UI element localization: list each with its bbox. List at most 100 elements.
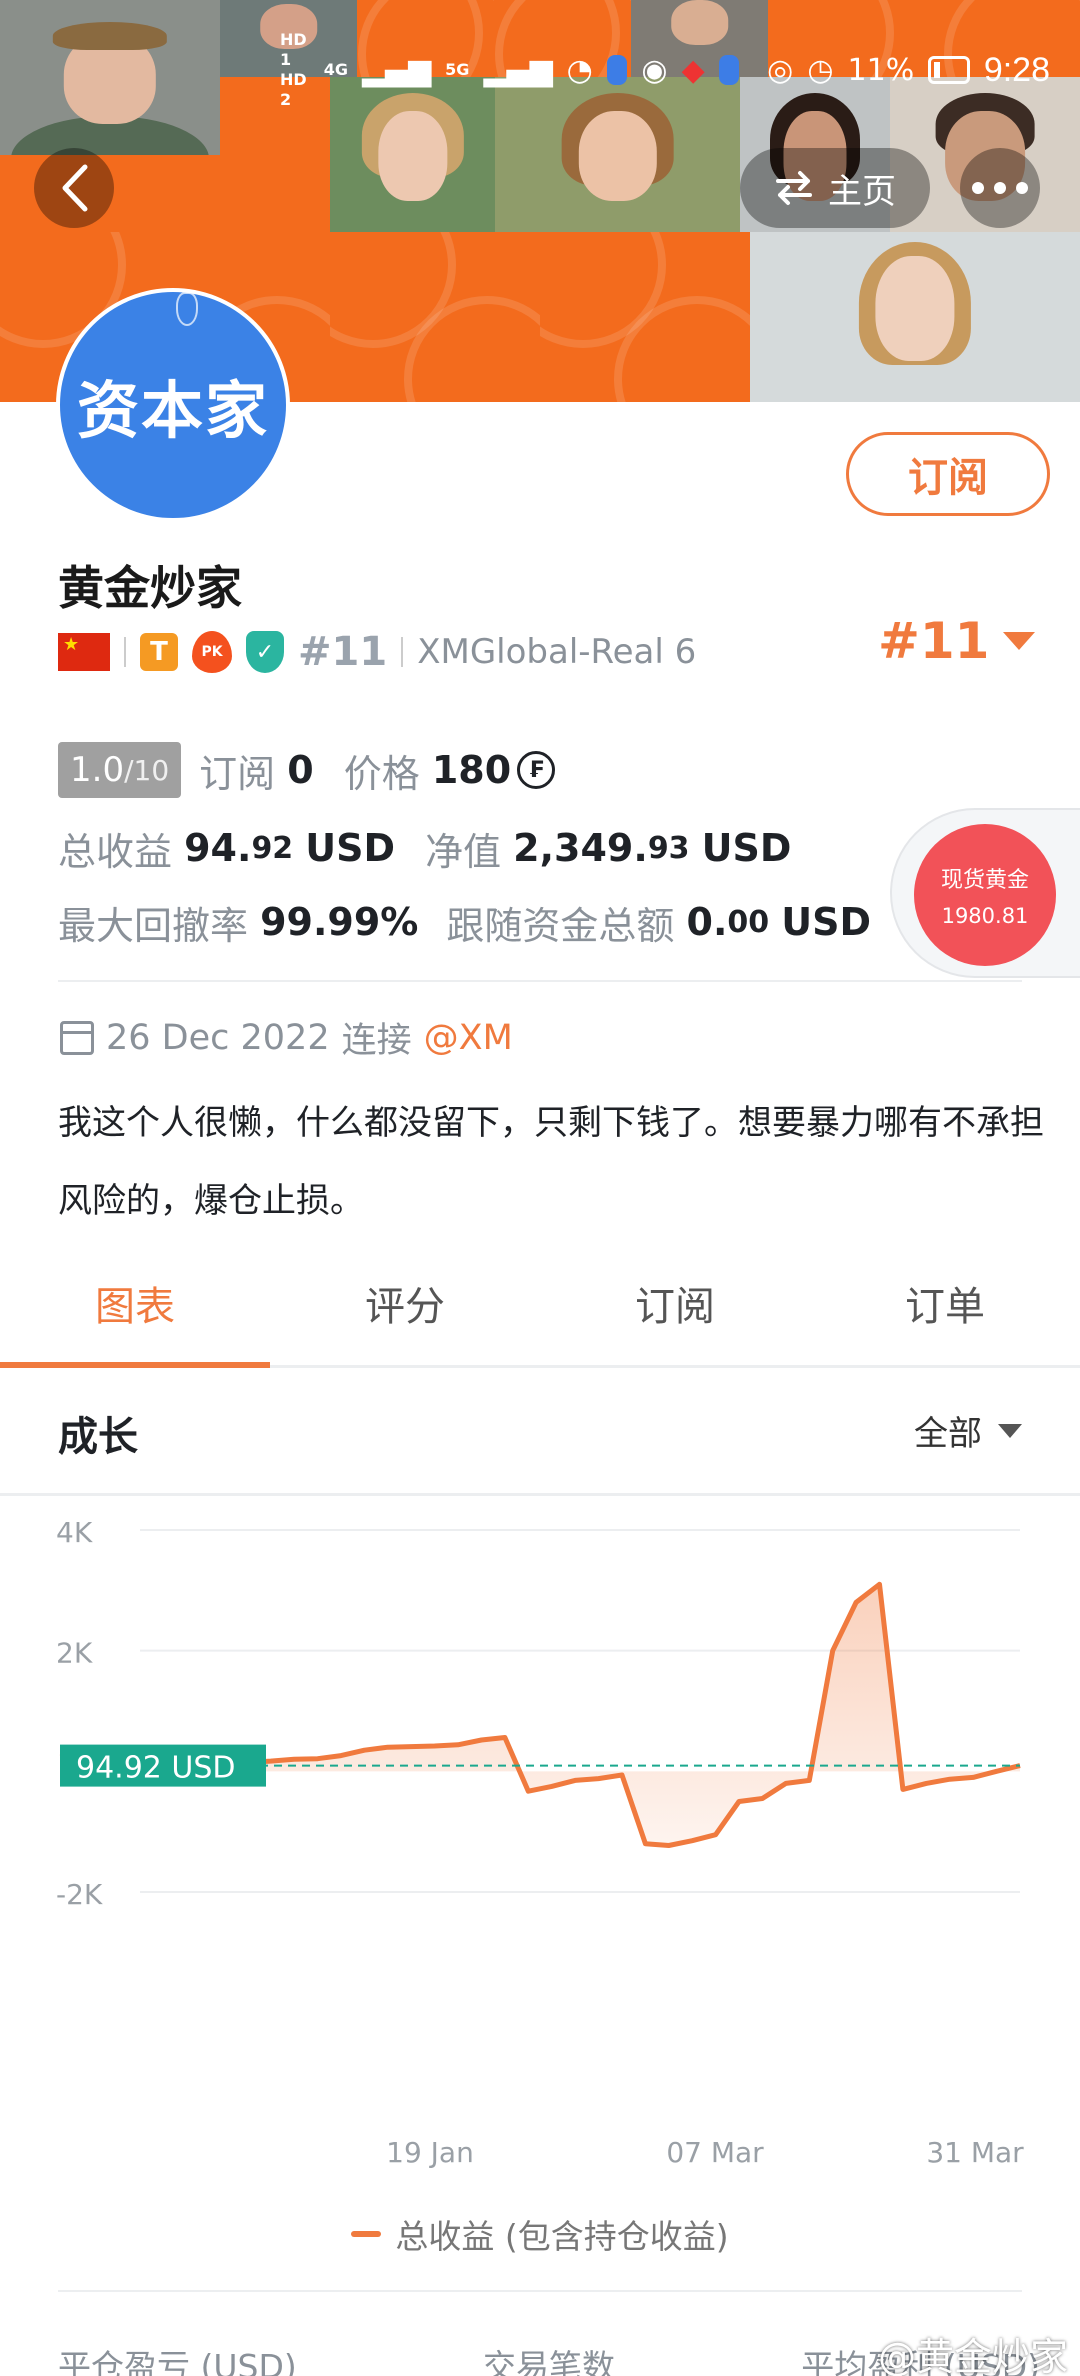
divider — [124, 637, 126, 667]
eye-icon: ◎ — [767, 52, 794, 88]
app-notification-icon: ◆ — [681, 52, 705, 88]
divider — [401, 637, 404, 667]
sim-indicators: HD 1 HD 2 — [280, 30, 310, 110]
avatar[interactable]: 资本家 — [56, 288, 290, 522]
follow-funds-label: 跟随资金总额 — [446, 903, 675, 948]
y-tick-label: 4K — [56, 1516, 93, 1549]
stats-row-drawdown: 最大回撤率 99.99% 跟随资金总额 0. 00 USD — [58, 894, 871, 950]
calendar-icon — [60, 1020, 94, 1055]
profile-badges: T PK ✓ #11 XMGlobal-Real 6 — [58, 626, 696, 678]
coin-icon: ₣ — [517, 751, 556, 789]
trader-badge-icon[interactable]: T — [140, 633, 178, 671]
rank-badge: #11 — [298, 629, 388, 675]
app-notification-icon — [606, 55, 628, 85]
follow-funds-value: 0. — [686, 900, 728, 944]
equity-value: 2,349. — [513, 826, 648, 870]
total-profit-value: 94. — [184, 826, 252, 870]
avatar-text: 资本家 — [76, 374, 269, 447]
growth-chart[interactable]: 4K 2K -2K 94.92 USD 19 Jan 07 Mar 31 Mar — [0, 1500, 1080, 2180]
signal-icon: ▂▄▆ — [483, 52, 553, 88]
gold-price-widget[interactable]: 现货黄金 1980.81 — [890, 808, 1080, 978]
broker-link[interactable]: @XM — [424, 1018, 513, 1058]
banner-photo — [0, 0, 220, 155]
subscribe-button[interactable]: 订阅 — [846, 432, 1050, 516]
y-tick-label: -2K — [56, 1878, 103, 1911]
range-selector[interactable]: 全部 — [914, 1406, 1022, 1455]
equity-decimals: 93 — [647, 830, 690, 866]
pin-icon — [176, 292, 198, 326]
rank-dropdown[interactable]: #11 — [878, 612, 1036, 670]
network-5g-icon: 5G — [445, 60, 470, 79]
hd1-indicator: HD 1 — [280, 30, 307, 69]
x-tick-label: 31 Mar — [926, 2136, 1024, 2169]
wechat-icon: ◉ — [641, 52, 668, 88]
total-profit-unit: USD — [305, 826, 396, 870]
banner-pattern — [540, 232, 750, 402]
server-name: XMGlobal-Real 6 — [417, 632, 697, 672]
price-value: 180 — [431, 748, 512, 792]
max-drawdown-label: 最大回撤率 — [58, 903, 249, 948]
x-tick-label: 19 Jan — [386, 2136, 474, 2169]
section-title: 成长 — [58, 1414, 138, 1460]
more-button[interactable] — [960, 148, 1040, 228]
divider — [58, 2290, 1022, 2292]
profile-tabs: 图表 评分 订阅 订单 — [0, 1240, 1080, 1368]
wifi-icon: ◔ — [566, 52, 593, 88]
caret-down-icon — [1003, 632, 1036, 650]
verified-shield-icon[interactable]: ✓ — [246, 631, 284, 673]
subscriptions-value: 0 — [287, 748, 314, 792]
connect-label: 连接 — [341, 1021, 412, 1061]
more-dots-icon — [972, 182, 1028, 194]
score-max: /10 — [124, 753, 170, 787]
banner-photo — [330, 77, 495, 232]
home-button[interactable]: 主页 — [740, 148, 930, 228]
status-bar: HD 1 HD 2 4G ▂▄▆ 5G ▂▄▆ ◔ ◉ ◆ ◎ ◷ 11% 9:… — [280, 30, 1050, 109]
rank-value: #11 — [878, 612, 990, 670]
tab-chart[interactable]: 图表 — [0, 1240, 270, 1368]
tab-orders[interactable]: 订单 — [810, 1240, 1080, 1365]
switch-arrows-icon — [776, 171, 812, 205]
summary-col-trades: 交易笔数 — [483, 2347, 615, 2376]
max-drawdown-value: 99.99% — [260, 900, 419, 944]
battery-icon — [928, 56, 970, 84]
x-tick-label: 07 Mar — [666, 2136, 764, 2169]
stats-row-score: 1.0/10 订阅 0 价格 180 ₣ — [58, 742, 556, 798]
tab-subscription[interactable]: 订阅 — [540, 1240, 810, 1365]
equity-unit: USD — [701, 826, 792, 870]
connect-date: 26 Dec 2022 — [106, 1017, 330, 1058]
caret-down-icon — [998, 1423, 1022, 1438]
chevron-left-icon — [62, 164, 88, 212]
summary-col-closed-pnl: 平仓盈亏 (USD) — [58, 2347, 297, 2376]
tab-rating[interactable]: 评分 — [270, 1240, 540, 1365]
follow-funds-decimals: 00 — [727, 904, 770, 940]
home-label: 主页 — [828, 171, 896, 212]
score-badge: 1.0/10 — [58, 742, 182, 798]
equity-label: 净值 — [425, 829, 502, 874]
app-notification-icon — [718, 55, 740, 85]
back-button[interactable] — [34, 148, 114, 228]
legend-label: 总收益 (包含持仓收益) — [395, 2217, 729, 2256]
total-profit-decimals: 92 — [251, 830, 294, 866]
stats-row-profit: 总收益 94. 92 USD 净值 2,349. 93 USD — [58, 820, 791, 876]
signal-icon: ▂▄▆ — [361, 52, 432, 88]
follow-funds-unit: USD — [781, 900, 872, 944]
gold-price: 1980.81 — [941, 904, 1029, 928]
hd2-indicator: HD 2 — [280, 70, 307, 109]
banner-pattern — [330, 232, 540, 402]
range-value: 全部 — [914, 1414, 982, 1454]
alarm-icon: ◷ — [807, 52, 834, 88]
growth-section-header: 成长 全部 — [0, 1368, 1080, 1496]
divider — [58, 980, 1022, 982]
network-4g-icon: 4G — [323, 60, 348, 79]
subscriptions-label: 订阅 — [199, 751, 276, 796]
profile-bio: 我这个人很懒，什么都没留下，只剩下钱了。想要暴力哪有不承担风险的，爆仓止损。 — [58, 1103, 1044, 1221]
score-value: 1.0 — [70, 750, 125, 790]
gold-price-bubble[interactable]: 现货黄金 1980.81 — [914, 824, 1056, 966]
chart-legend[interactable]: 总收益 (包含持仓收益) — [0, 2210, 1080, 2258]
current-value-label: 94.92 USD — [76, 1751, 236, 1786]
watermark: @黄金炒家 — [877, 2335, 1068, 2376]
china-flag-icon — [58, 633, 110, 671]
price-label: 价格 — [343, 751, 420, 796]
pk-badge-icon[interactable]: PK — [192, 631, 232, 673]
battery-percent: 11% — [847, 52, 915, 88]
